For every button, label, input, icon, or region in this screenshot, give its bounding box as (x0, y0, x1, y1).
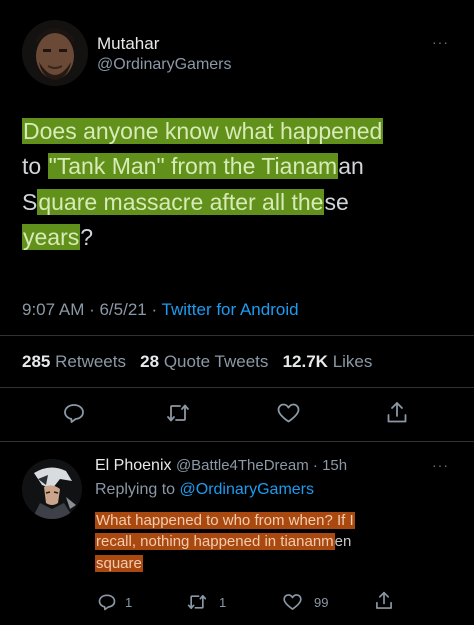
highlighted-text: What happened to who from when? If I (95, 512, 355, 529)
more-icon[interactable]: ··· (432, 34, 449, 50)
likes-label: Likes (332, 352, 373, 371)
highlighted-text: quare massacre after all the (37, 188, 325, 215)
retweets-stat[interactable]: 285 Retweets (22, 352, 126, 371)
text-segment: ? (80, 224, 94, 251)
divider (0, 335, 474, 336)
tweet-text: Does anyone know what happened to "Tank … (22, 114, 462, 256)
text-segment: se (324, 188, 349, 215)
highlighted-text: recall, nothing happened in tiananm (95, 533, 335, 551)
divider (0, 387, 474, 388)
text-segment: S (22, 188, 38, 215)
quotes-label: Quote Tweets (163, 352, 269, 371)
text-segment: an (338, 153, 364, 180)
share-icon[interactable] (374, 590, 394, 612)
replying-to-handle[interactable]: @OrdinaryGamers (180, 481, 315, 498)
highlighted-text: Does anyone know what happened (22, 118, 384, 144)
highlighted-text: square (95, 554, 143, 572)
like-count: 99 (314, 595, 329, 610)
replying-to-label: Replying to (95, 481, 180, 498)
quotes-stat[interactable]: 28 Quote Tweets (140, 352, 268, 371)
replying-to: Replying to @OrdinaryGamers (95, 481, 314, 499)
reply-author-name[interactable]: El Phoenix (95, 457, 172, 474)
highlighted-text: years (22, 224, 81, 251)
retweet-icon[interactable] (165, 401, 191, 425)
tweet-source-link[interactable]: Twitter for Android (162, 300, 299, 319)
text-segment: to (22, 153, 48, 180)
reply-author-avatar[interactable] (22, 459, 82, 519)
tweet-time: 9:07 AM · 6/5/21 · (22, 300, 162, 319)
tweet-stats: 285 Retweets 28 Quote Tweets 12.7K Likes (22, 352, 372, 372)
share-icon[interactable] (385, 400, 409, 426)
reply-text: What happened to who from when? If I rec… (95, 510, 455, 574)
quotes-count: 28 (140, 352, 160, 371)
likes-stat[interactable]: 12.7K Likes (283, 352, 373, 371)
reply-icon[interactable] (97, 592, 117, 612)
heart-icon[interactable] (282, 592, 303, 612)
retweets-count: 285 (22, 352, 51, 371)
reply-header: El Phoenix @Battle4TheDream · 15h (95, 457, 347, 475)
heart-icon[interactable] (276, 401, 301, 425)
reply-icon[interactable] (62, 401, 86, 425)
author-name[interactable]: Mutahar (97, 34, 159, 54)
retweet-icon[interactable] (186, 592, 208, 612)
author-avatar[interactable] (22, 20, 88, 86)
retweet-count: 1 (219, 595, 227, 610)
reply-author-handle[interactable]: @Battle4TheDream · 15h (176, 457, 347, 474)
author-handle[interactable]: @OrdinaryGamers (97, 56, 232, 74)
divider (0, 441, 474, 442)
tweet-timestamp: 9:07 AM · 6/5/21 · Twitter for Android (22, 300, 299, 320)
likes-count: 12.7K (282, 352, 328, 371)
highlighted-text: "Tank Man" from the Tianam (47, 153, 339, 180)
retweets-label: Retweets (55, 352, 126, 371)
more-icon[interactable]: ··· (432, 457, 449, 473)
text-segment: en (334, 533, 352, 551)
reply-count: 1 (125, 595, 133, 610)
